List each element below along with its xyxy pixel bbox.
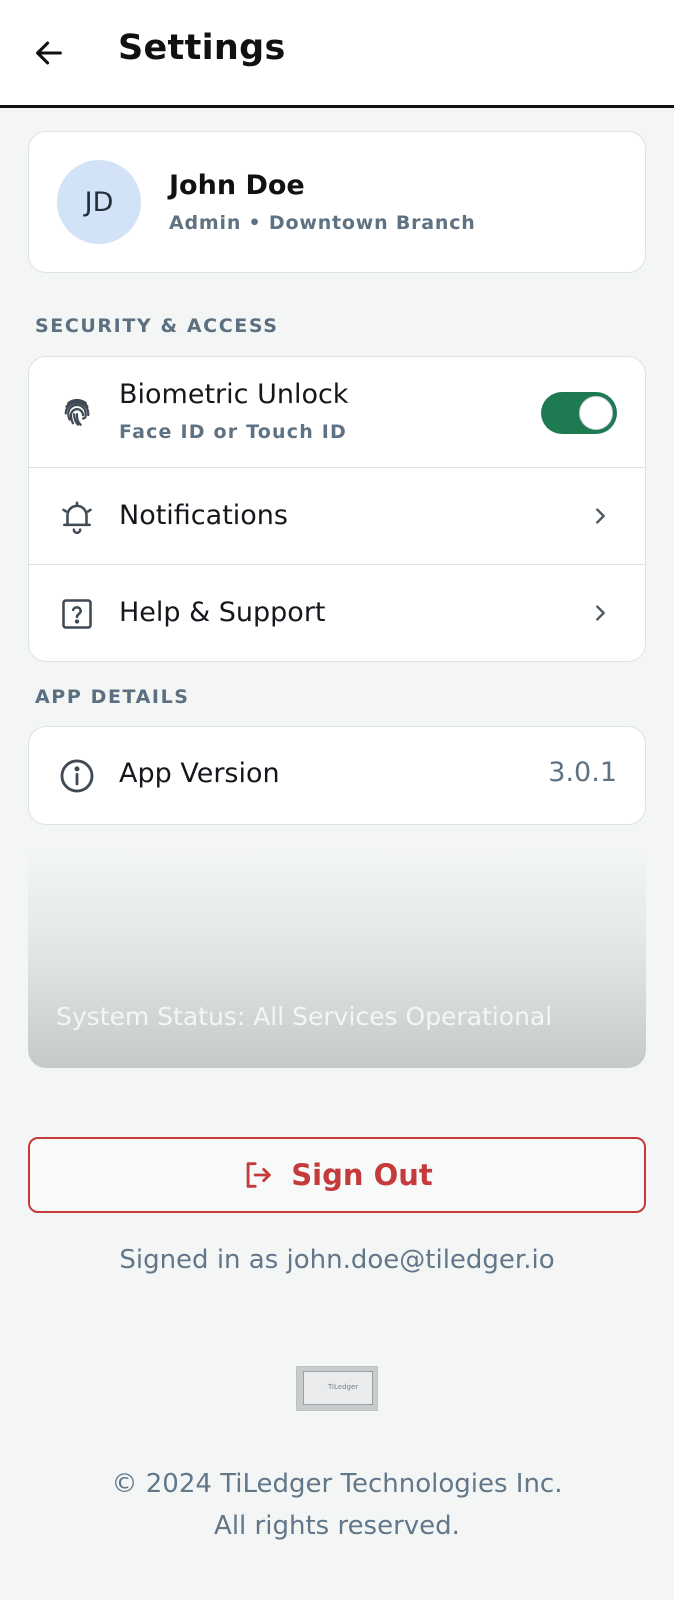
- toggle-knob: [579, 396, 613, 430]
- app-header: Settings: [0, 0, 674, 108]
- chevron-right-icon: [585, 598, 615, 628]
- profile-role: Admin • Downtown Branch: [169, 212, 476, 234]
- notifications-label: Notifications: [119, 500, 288, 531]
- avatar: JD: [57, 160, 141, 244]
- copyright-line: © 2024 TiLedger Technologies Inc.: [111, 1469, 563, 1499]
- app-version-label: App Version: [119, 758, 280, 789]
- info-icon: [57, 756, 97, 796]
- help-square-icon: [57, 594, 97, 634]
- page-title: Settings: [118, 28, 286, 68]
- biometric-row[interactable]: Biometric Unlock Face ID or Touch ID: [29, 357, 645, 467]
- fingerprint-icon: [57, 392, 97, 432]
- help-support-label: Help & Support: [119, 597, 326, 628]
- biometric-toggle[interactable]: [541, 392, 617, 434]
- logo-text: TiLedger: [328, 1383, 359, 1391]
- signed-in-as-text: Signed in as john.doe@tiledger.io: [119, 1245, 555, 1275]
- notifications-row[interactable]: Notifications: [29, 467, 645, 564]
- arrow-left-icon: [36, 41, 62, 65]
- rights-line: All rights reserved.: [214, 1511, 460, 1541]
- back-button[interactable]: [26, 30, 72, 76]
- logo-frame: TiLedger: [303, 1371, 373, 1405]
- section-label-security: SECURITY & ACCESS: [35, 315, 279, 337]
- copyright-footer: © 2024 TiLedger Technologies Inc. All ri…: [0, 1463, 674, 1547]
- system-status-banner: System Status: All Services Operational: [28, 850, 646, 1068]
- avatar-initials: JD: [84, 186, 114, 218]
- profile-name: John Doe: [169, 170, 305, 201]
- section-label-app-details: APP DETAILS: [35, 686, 190, 708]
- profile-card[interactable]: JD John Doe Admin • Downtown Branch: [28, 131, 646, 273]
- sign-out-label: Sign Out: [291, 1158, 433, 1192]
- app-version-value: 3.0.1: [548, 757, 617, 788]
- system-status-text: System Status: All Services Operational: [56, 1002, 553, 1031]
- security-card: Biometric Unlock Face ID or Touch ID Not…: [28, 356, 646, 662]
- logout-icon: [246, 1162, 271, 1188]
- app-version-row: App Version 3.0.1: [29, 727, 645, 824]
- chevron-right-icon: [585, 501, 615, 531]
- help-support-row[interactable]: Help & Support: [29, 564, 645, 661]
- company-logo: TiLedger: [296, 1366, 378, 1411]
- biometric-label: Biometric Unlock: [119, 379, 349, 410]
- biometric-sublabel: Face ID or Touch ID: [119, 421, 348, 443]
- bell-icon: [57, 497, 97, 537]
- sign-out-button[interactable]: Sign Out: [28, 1137, 646, 1213]
- app-details-card: App Version 3.0.1: [28, 726, 646, 825]
